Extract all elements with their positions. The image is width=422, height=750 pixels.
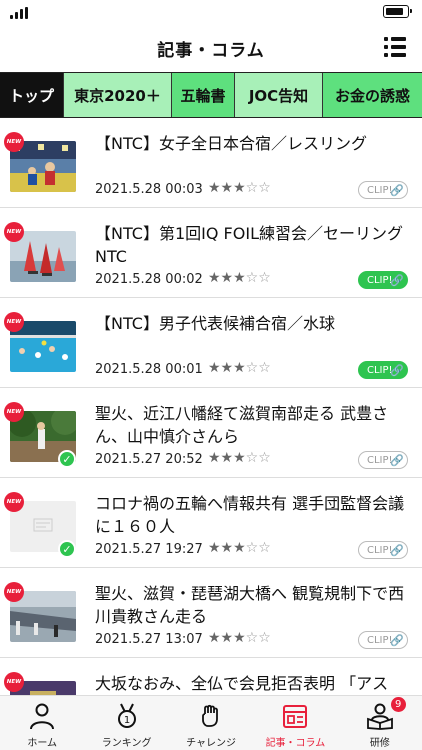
svg-text:1: 1	[123, 715, 129, 726]
list-menu-icon[interactable]	[384, 37, 406, 57]
article-item[interactable]: NEW 【NTC】男子代表候補合宿／水球 2021.5.28 00:01 ★★★…	[0, 298, 422, 388]
link-icon: 🔗	[390, 544, 404, 557]
tab-label: JOC告知	[248, 86, 309, 105]
tab-label: 東京2020＋	[74, 86, 161, 105]
clip-label: CLIP!	[367, 544, 393, 556]
nav-training[interactable]: 9 研修	[338, 696, 422, 750]
nav-challenge[interactable]: チャレンジ	[169, 696, 253, 750]
clip-button[interactable]: CLIP! 🔗	[358, 271, 408, 289]
notification-badge: 9	[390, 697, 406, 712]
article-title: 大坂なおみ、全仏で会見拒否表明 「アス	[95, 674, 389, 693]
tab-label: 五輪書	[180, 86, 226, 105]
tab-tokyo2020[interactable]: 東京2020＋	[64, 73, 172, 117]
clip-label: CLIP!	[367, 364, 393, 376]
person-icon	[28, 702, 56, 730]
app-header: 記事・コラム	[0, 24, 422, 70]
nav-label: 記事・コラム	[265, 738, 326, 749]
article-date: 2021.5.27 20:52	[95, 452, 203, 467]
new-badge: NEW	[4, 402, 24, 422]
nav-label: ランキング	[101, 738, 152, 749]
article-title: 聖火、滋賀・琵琶湖大橋へ 観覧規制下で西川貴教さん走る	[95, 584, 405, 626]
tab-label: トップ	[8, 86, 54, 105]
nav-ranking[interactable]: 1 ランキング	[84, 696, 168, 750]
clip-label: CLIP!	[367, 274, 393, 286]
clip-label: CLIP!	[367, 634, 393, 646]
article-date: 2021.5.28 00:01	[95, 362, 203, 377]
article-title: 【NTC】第1回IQ FOIL練習会／セーリングNTC	[95, 224, 403, 266]
rating-stars: ★★★☆☆	[208, 180, 271, 196]
article-title: コロナ禍の五輪へ情報共有 選手団監督会議に１６０人	[95, 494, 405, 536]
link-icon: 🔗	[390, 274, 404, 287]
clip-button[interactable]: CLIP! 🔗	[358, 361, 408, 379]
clip-label: CLIP!	[367, 184, 393, 196]
article-item[interactable]: NEW 大坂なおみ、全仏で会見拒否表明 「アス	[0, 658, 422, 695]
nav-label: 研修	[369, 738, 390, 749]
new-badge: NEW	[4, 312, 24, 332]
article-date: 2021.5.27 19:27	[95, 542, 203, 557]
status-bar	[0, 0, 422, 22]
tab-money[interactable]: お金の誘惑	[323, 73, 422, 117]
rating-stars: ★★★☆☆	[208, 540, 271, 556]
nav-home[interactable]: ホーム	[0, 696, 84, 750]
link-icon: 🔗	[390, 634, 404, 647]
link-icon: 🔗	[390, 364, 404, 377]
new-badge: NEW	[4, 672, 24, 692]
article-item[interactable]: NEW ✓ コロナ禍の五輪へ情報共有 選手団監督会議に１６０人 2021.5.2…	[0, 478, 422, 568]
page-title: 記事・コラム	[157, 41, 265, 61]
article-title: 聖火、近江八幡経て滋賀南部走る 武豊さん、山中慎介さんら	[95, 404, 389, 446]
category-tabs: トップ 東京2020＋ 五輪書 JOC告知 お金の誘惑	[0, 72, 422, 118]
article-list: NEW 【NTC】女子全日本合宿／レスリング 2021.5.28 00:03 ★…	[0, 118, 422, 695]
nav-articles[interactable]: 記事・コラム	[253, 696, 337, 750]
article-item[interactable]: NEW ✓ 聖火、近江八幡経て滋賀南部走る 武豊さん、山中慎介さんら 2021.…	[0, 388, 422, 478]
bottom-nav: ホーム 1 ランキング チャレンジ 記事・コラム 9 研修	[0, 695, 422, 750]
rating-stars: ★★★☆☆	[208, 630, 271, 646]
rating-stars: ★★★☆☆	[208, 450, 271, 466]
clip-button[interactable]: CLIP! 🔗	[358, 181, 408, 199]
article-item[interactable]: NEW 【NTC】第1回IQ FOIL練習会／セーリングNTC 2021.5.2…	[0, 208, 422, 298]
article-date: 2021.5.28 00:02	[95, 272, 203, 287]
new-badge: NEW	[4, 132, 24, 152]
clip-button[interactable]: CLIP! 🔗	[358, 541, 408, 559]
new-badge: NEW	[4, 492, 24, 512]
battery-icon	[383, 5, 412, 18]
link-icon: 🔗	[390, 454, 404, 467]
read-check-icon: ✓	[58, 450, 76, 468]
tab-top[interactable]: トップ	[0, 73, 64, 117]
new-badge: NEW	[4, 582, 24, 602]
medal-icon: 1	[113, 702, 141, 730]
article-title: 【NTC】男子代表候補合宿／水球	[95, 314, 335, 333]
article-icon	[281, 702, 309, 730]
link-icon: 🔗	[390, 184, 404, 197]
article-date: 2021.5.27 13:07	[95, 632, 203, 647]
rating-stars: ★★★☆☆	[208, 270, 271, 286]
signal-icon	[10, 7, 28, 19]
nav-label: ホーム	[27, 738, 58, 749]
tab-gorinsho[interactable]: 五輪書	[172, 73, 235, 117]
article-item[interactable]: NEW 【NTC】女子全日本合宿／レスリング 2021.5.28 00:03 ★…	[0, 118, 422, 208]
rating-stars: ★★★☆☆	[208, 360, 271, 376]
nav-label: チャレンジ	[186, 738, 236, 749]
article-title: 【NTC】女子全日本合宿／レスリング	[95, 134, 367, 153]
article-item[interactable]: NEW 聖火、滋賀・琵琶湖大橋へ 観覧規制下で西川貴教さん走る 2021.5.2…	[0, 568, 422, 658]
read-check-icon: ✓	[58, 540, 76, 558]
clip-button[interactable]: CLIP! 🔗	[358, 631, 408, 649]
clip-label: CLIP!	[367, 454, 393, 466]
study-icon	[366, 702, 394, 730]
tab-joc-notice[interactable]: JOC告知	[235, 73, 323, 117]
tab-label: お金の誘惑	[334, 86, 410, 105]
clip-button[interactable]: CLIP! 🔗	[358, 451, 408, 469]
fist-icon	[197, 702, 225, 730]
new-badge: NEW	[4, 222, 24, 242]
article-date: 2021.5.28 00:03	[95, 182, 203, 197]
